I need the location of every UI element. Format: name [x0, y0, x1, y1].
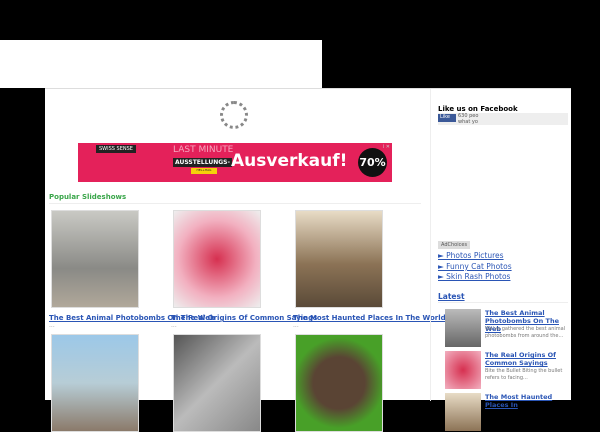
overlay-panel [0, 40, 322, 88]
divider [49, 203, 421, 204]
ad-brand: SWISS SENSE [96, 145, 136, 153]
ad-line1: LAST MINUTE [173, 145, 234, 155]
slideshow-thumbnail[interactable] [173, 210, 261, 308]
slideshow-card[interactable] [171, 334, 291, 432]
latest-thumbnail[interactable] [445, 309, 481, 347]
web-page: SWISS SENSE LAST MINUTE AUSSTELLUNGS- HE… [45, 88, 571, 432]
popular-slideshows-heading: Popular Slideshows [49, 193, 127, 201]
ad-line3: HEL+HAG [191, 168, 217, 174]
banner-ad[interactable]: SWISS SENSE LAST MINUTE AUSSTELLUNGS- HE… [78, 143, 392, 182]
facebook-like-box: Like 630 peo what yo [438, 113, 568, 125]
main-content: SWISS SENSE LAST MINUTE AUSSTELLUNGS- HE… [45, 89, 446, 432]
ad-line2: AUSSTELLUNGS- [173, 158, 232, 167]
latest-thumbnail[interactable] [445, 351, 481, 389]
adchoices-label[interactable]: AdChoices [438, 241, 471, 249]
facebook-like-button[interactable]: Like [438, 114, 456, 122]
ad-link-skin-rash-photos[interactable]: ► Skin Rash Photos [438, 272, 510, 281]
ad-headline: Ausverkauf! [231, 151, 348, 171]
slideshow-card[interactable] [49, 334, 169, 432]
slideshow-thumbnail[interactable] [173, 334, 261, 432]
slideshow-thumbnail[interactable] [51, 334, 139, 432]
slideshow-card[interactable] [293, 334, 413, 432]
ellipsis: ... [171, 322, 177, 329]
facebook-text: what yo [458, 119, 478, 125]
ellipsis: ... [49, 322, 55, 329]
divider [438, 302, 568, 303]
latest-link[interactable]: The Most Haunted Places In [485, 393, 570, 409]
slideshow-thumbnail[interactable] [295, 210, 383, 308]
ad-badge: 70% [358, 148, 387, 177]
latest-desc: We've gathered the best animal photobomb… [485, 326, 566, 339]
slideshow-link[interactable]: The Most Haunted Places In The World [293, 314, 446, 322]
latest-link[interactable]: The Real Origins Of Common Sayings [485, 351, 570, 367]
slideshow-link[interactable]: The Best Animal Photobombs On The Web [49, 314, 215, 322]
latest-desc: Bite the Bullet Biting the bullet refers… [485, 368, 563, 381]
sidebar: Like us on Facebook Like 630 peo what yo… [430, 89, 571, 431]
ad-link-funny-cat-photos[interactable]: ► Funny Cat Photos [438, 262, 512, 271]
ad-choices-icon[interactable]: i ✕ [383, 144, 390, 150]
loading-spinner-icon [220, 101, 248, 129]
ellipsis: ... [293, 322, 299, 329]
slideshow-thumbnail[interactable] [51, 210, 139, 308]
facebook-heading: Like us on Facebook [438, 105, 518, 113]
slideshow-thumbnail[interactable] [295, 334, 383, 432]
latest-heading[interactable]: Latest [438, 292, 465, 301]
slideshow-link[interactable]: The Real Origins Of Common Sayings [171, 314, 317, 322]
slideshow-card[interactable]: The Most Haunted Places In The World ... [293, 210, 446, 329]
slideshow-card[interactable]: The Real Origins Of Common Sayings ... [171, 210, 317, 329]
latest-thumbnail[interactable] [445, 393, 481, 431]
ad-link-photos-pictures[interactable]: ► Photos Pictures [438, 251, 504, 260]
slideshow-card[interactable]: The Best Animal Photobombs On The Web ..… [49, 210, 215, 329]
